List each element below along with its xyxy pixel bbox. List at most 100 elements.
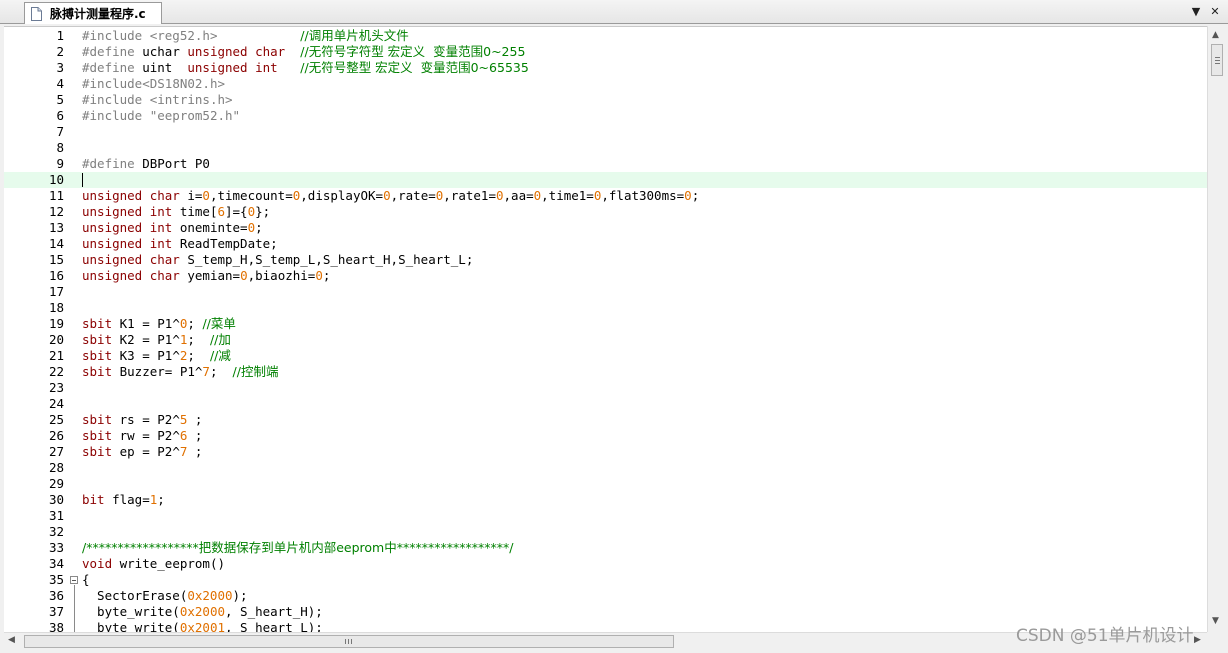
- code-token: ;: [187, 332, 210, 347]
- code-line[interactable]: 17: [4, 284, 1207, 300]
- fold-toggle-icon[interactable]: [70, 576, 78, 584]
- code-line[interactable]: 9 #define DBPort P0: [4, 156, 1207, 172]
- code-line[interactable]: 16 unsigned char yemian=0,biaozhi=0;: [4, 268, 1207, 284]
- line-number: 34: [48, 556, 64, 571]
- code-token: 0x2000: [187, 588, 233, 603]
- code-text: sbit K3 = P1^2; //减: [82, 348, 231, 364]
- code-line[interactable]: 15 unsigned char S_temp_H,S_temp_L,S_hear…: [4, 252, 1207, 268]
- code-line[interactable]: 10: [4, 172, 1207, 188]
- code-line[interactable]: 8: [4, 140, 1207, 156]
- code-token: i=: [179, 188, 203, 203]
- code-token: {: [82, 572, 90, 587]
- code-line[interactable]: 18: [4, 300, 1207, 316]
- code-line[interactable]: 14 unsigned int ReadTempDate;: [4, 236, 1207, 252]
- code-token: ;: [209, 364, 233, 379]
- code-line[interactable]: 21 sbit K3 = P1^2; //减: [4, 348, 1207, 364]
- code-text: unsigned char yemian=0,biaozhi=0;: [82, 268, 330, 284]
- code-token: ,time1=: [541, 188, 594, 203]
- code-token: 0: [240, 268, 248, 283]
- code-line[interactable]: 32: [4, 524, 1207, 540]
- code-line[interactable]: 22 sbit Buzzer= P1^7; //控制端: [4, 364, 1207, 380]
- code-line[interactable]: 5 #include <intrins.h>: [4, 92, 1207, 108]
- code-token: #include: [82, 28, 150, 43]
- scroll-up-icon[interactable]: ▲: [1212, 30, 1219, 40]
- code-line[interactable]: 35 {: [4, 572, 1207, 588]
- line-number: 25: [48, 412, 64, 427]
- code-token: ;: [187, 412, 203, 427]
- code-line[interactable]: 23: [4, 380, 1207, 396]
- code-text: SectorErase(0x2000);: [82, 588, 248, 604]
- line-number: 26: [48, 428, 64, 443]
- code-line[interactable]: 30 bit flag=1;: [4, 492, 1207, 508]
- code-line[interactable]: 6 #include "eeprom52.h": [4, 108, 1207, 124]
- code-editor[interactable]: 1 #include <reg52.h> //调用单片机头文件 2 #define u…: [4, 26, 1207, 633]
- code-line[interactable]: 31: [4, 508, 1207, 524]
- code-line[interactable]: 7: [4, 124, 1207, 140]
- code-line[interactable]: 4 #include<DS18N02.h>: [4, 76, 1207, 92]
- code-line[interactable]: 29: [4, 476, 1207, 492]
- tab-label: 脉搏计测量程序.c: [50, 7, 146, 21]
- code-token: #include: [82, 92, 150, 107]
- scroll-left-icon[interactable]: ◀: [8, 635, 15, 645]
- code-token: write_eeprom(): [112, 556, 225, 571]
- line-number: 19: [48, 316, 64, 331]
- code-token: unsigned char: [82, 188, 180, 203]
- code-line[interactable]: 11 unsigned char i=0,timecount=0,displayO…: [4, 188, 1207, 204]
- code-text: byte_write(0x2000, S_heart_H);: [82, 604, 323, 620]
- code-token: uint: [142, 60, 188, 75]
- code-token: ;: [691, 188, 700, 203]
- code-line[interactable]: 19 sbit K1 = P1^0; //菜单: [4, 316, 1207, 332]
- code-line[interactable]: 25 sbit rs = P2^5 ;: [4, 412, 1207, 428]
- close-icon[interactable]: ✕: [1208, 5, 1222, 19]
- line-number: 1: [56, 28, 64, 43]
- line-number: 3: [56, 60, 64, 75]
- code-token: };: [255, 204, 271, 219]
- code-line[interactable]: 37 byte_write(0x2000, S_heart_H);: [4, 604, 1207, 620]
- code-token: //无符号整型 宏定义 变量范围0~65535: [300, 60, 529, 75]
- code-line[interactable]: 34 void write_eeprom(): [4, 556, 1207, 572]
- code-line[interactable]: 27 sbit ep = P2^7 ;: [4, 444, 1207, 460]
- code-line[interactable]: 36 SectorErase(0x2000);: [4, 588, 1207, 604]
- code-line[interactable]: 1 #include <reg52.h> //调用单片机头文件: [4, 28, 1207, 44]
- line-number: 36: [48, 588, 64, 603]
- vertical-scroll-thumb[interactable]: [1211, 44, 1223, 76]
- code-line[interactable]: 28: [4, 460, 1207, 476]
- tab-file[interactable]: 脉搏计测量程序.c: [24, 2, 162, 24]
- line-number: 14: [48, 236, 64, 251]
- code-token: <intrins.h>: [149, 92, 233, 107]
- code-line[interactable]: 33 /******************把数据保存到单片机内部eeprom中*…: [4, 540, 1207, 556]
- horizontal-scroll-thumb[interactable]: [24, 635, 674, 648]
- code-token: ,displayOK=: [300, 188, 384, 203]
- code-token: sbit: [82, 316, 113, 331]
- line-number: 16: [48, 268, 64, 283]
- scroll-right-icon[interactable]: ▶: [1194, 635, 1201, 645]
- scroll-down-icon[interactable]: ▼: [1212, 616, 1219, 626]
- code-token: byte_write(: [82, 604, 180, 619]
- code-line[interactable]: 24: [4, 396, 1207, 412]
- code-line[interactable]: 13 unsigned int oneminte=0;: [4, 220, 1207, 236]
- code-text: #define uint unsigned int //无符号整型 宏定义 变量…: [82, 60, 529, 76]
- code-line[interactable]: 20 sbit K2 = P1^1; //加: [4, 332, 1207, 348]
- code-token: //菜单: [202, 316, 236, 331]
- code-token: //无符号字符型 宏定义 变量范围0~255: [300, 44, 526, 59]
- tab-list-dropdown-icon[interactable]: ▼: [1189, 5, 1203, 19]
- code-line[interactable]: 26 sbit rw = P2^6 ;: [4, 428, 1207, 444]
- code-token: ,flat300ms=: [601, 188, 685, 203]
- code-text: unsigned char S_temp_H,S_temp_L,S_heart_…: [82, 252, 473, 268]
- code-token: #include: [82, 76, 143, 91]
- code-text: sbit rw = P2^6 ;: [82, 428, 202, 444]
- code-token: ,timecount=: [209, 188, 293, 203]
- code-text: #include <intrins.h>: [82, 92, 233, 108]
- code-text: #define uchar unsigned char //无符号字符型 宏定义…: [82, 44, 525, 60]
- code-token: #define: [82, 60, 143, 75]
- code-line[interactable]: 12 unsigned int time[6]={0};: [4, 204, 1207, 220]
- vertical-scrollbar[interactable]: ▲ ▼: [1207, 26, 1228, 632]
- line-number: 33: [48, 540, 64, 555]
- code-token: ,rate1=: [443, 188, 496, 203]
- code-token: K3 = P1^: [112, 348, 180, 363]
- code-line[interactable]: 2 #define uchar unsigned char //无符号字符型 宏定…: [4, 44, 1207, 60]
- code-text: #define DBPort P0: [82, 156, 210, 172]
- code-line[interactable]: 3 #define uint unsigned int //无符号整型 宏定义 变…: [4, 60, 1207, 76]
- line-number: 18: [48, 300, 64, 315]
- code-text: sbit Buzzer= P1^7; //控制端: [82, 364, 278, 380]
